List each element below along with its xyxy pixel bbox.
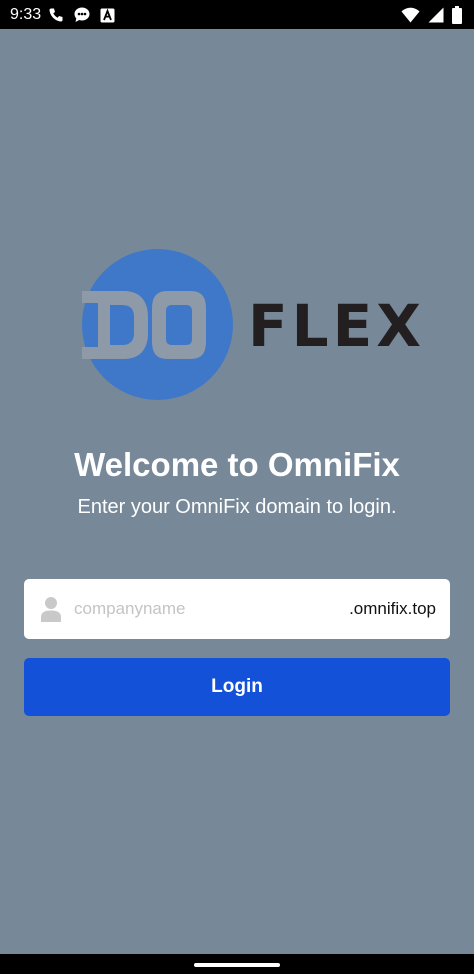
domain-suffix: .omnifix.top: [349, 599, 436, 618]
login-button[interactable]: Login: [24, 658, 450, 716]
navigation-bar: [0, 954, 474, 974]
status-right-icons: [401, 6, 462, 24]
battery-icon: [452, 6, 462, 24]
status-time: 9:33: [10, 6, 42, 23]
logo-wordmark: FLEX: [248, 292, 425, 360]
domain-field: .omnifix.top: [24, 579, 450, 639]
phone-icon: [48, 7, 64, 23]
status-bar: 9:33: [0, 0, 474, 29]
page-subtitle: Enter your OmniFix domain to login.: [77, 496, 397, 518]
status-left-icons: [48, 6, 115, 24]
do-monogram-icon: [82, 291, 206, 359]
signal-icon: [428, 7, 444, 23]
domain-input[interactable]: [72, 593, 336, 625]
chat-bubble-icon: [73, 6, 91, 24]
doflex-logo: FLEX: [82, 249, 421, 400]
page-title: Welcome to OmniFix: [74, 446, 400, 483]
home-handle[interactable]: [194, 963, 280, 967]
wifi-icon: [401, 7, 420, 23]
a-box-icon: [100, 8, 115, 23]
user-icon: [40, 596, 62, 627]
